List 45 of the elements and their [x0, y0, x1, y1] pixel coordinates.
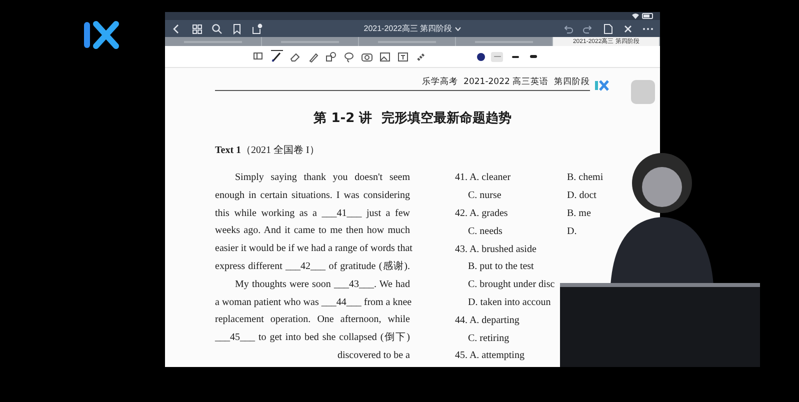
answer-option: D. taken into accoun — [455, 296, 567, 308]
answer-option: C. needs — [455, 226, 567, 237]
caret-icon[interactable] — [455, 26, 462, 30]
logo-icon — [594, 79, 610, 91]
wifi-icon — [632, 13, 639, 19]
answer-option: 45. A. attempting — [455, 350, 567, 362]
answer-option: 42. A. grades — [455, 208, 567, 219]
document-title[interactable]: 2021-2022高三 第四阶段 — [364, 23, 452, 34]
answer-option: C. retiring — [455, 332, 567, 344]
battery-icon — [642, 13, 654, 19]
document-icon[interactable] — [602, 22, 614, 34]
bookmark-icon[interactable] — [231, 22, 243, 34]
passage-paragraph: My thoughts were soon ___43___. We had a woman patient who was ___44___ from a knee replacement operation. One afternoon, while ___45___ to get into bed she collapsed (倒下) discovered to be a — [215, 278, 410, 363]
lesson-title: 第 1-2 讲 完形填空最新命题趋势 — [312, 110, 512, 127]
answer-option: 43. A. brushed aside — [455, 244, 567, 255]
eraser-icon[interactable] — [289, 50, 301, 62]
sidebar-icon[interactable] — [253, 50, 265, 62]
app-logo — [82, 20, 120, 50]
answer-option: D. doct — [567, 190, 596, 202]
answer-option: 41. A. cleaner — [455, 172, 567, 184]
undo-icon[interactable] — [562, 22, 574, 34]
search-icon[interactable] — [211, 22, 223, 34]
grid-icon[interactable] — [191, 22, 203, 34]
answer-option: 44. A. departing — [455, 314, 567, 326]
link-icon[interactable] — [415, 50, 427, 62]
answer-option: B. chemi — [567, 172, 604, 184]
color-swatch[interactable] — [477, 52, 485, 60]
share-icon[interactable] — [251, 22, 263, 34]
answer-option: C. nurse — [455, 190, 567, 202]
highlighter-icon[interactable] — [307, 50, 319, 62]
close-icon[interactable] — [622, 22, 634, 34]
passage-paragraph: Simply saying thank you doesn't seem enough in certain situations. I was considering this while working as a ___41___ just a few weeks ago. And it came to me then how much easier it would be if we had a range of words that express different ___42___ of gratitude (感谢). — [215, 171, 410, 274]
image-icon[interactable] — [379, 50, 391, 62]
answer-option: B. me — [567, 208, 591, 219]
page-header: 乐学高考 2021-2022 高三英语 第四阶段 — [215, 76, 590, 91]
text-heading: Text 1（2021 全国卷 I） — [215, 144, 320, 157]
camera-icon[interactable] — [361, 50, 373, 62]
lasso-icon[interactable] — [343, 50, 355, 62]
answer-option: D. — [567, 226, 577, 237]
text-box-icon[interactable] — [397, 50, 409, 62]
shapes-icon[interactable] — [325, 50, 337, 62]
answer-option: C. brought under disc — [455, 279, 567, 290]
redo-icon[interactable] — [582, 22, 594, 34]
pen-icon[interactable] — [271, 51, 283, 63]
answer-option: B. put to the test — [455, 261, 567, 272]
